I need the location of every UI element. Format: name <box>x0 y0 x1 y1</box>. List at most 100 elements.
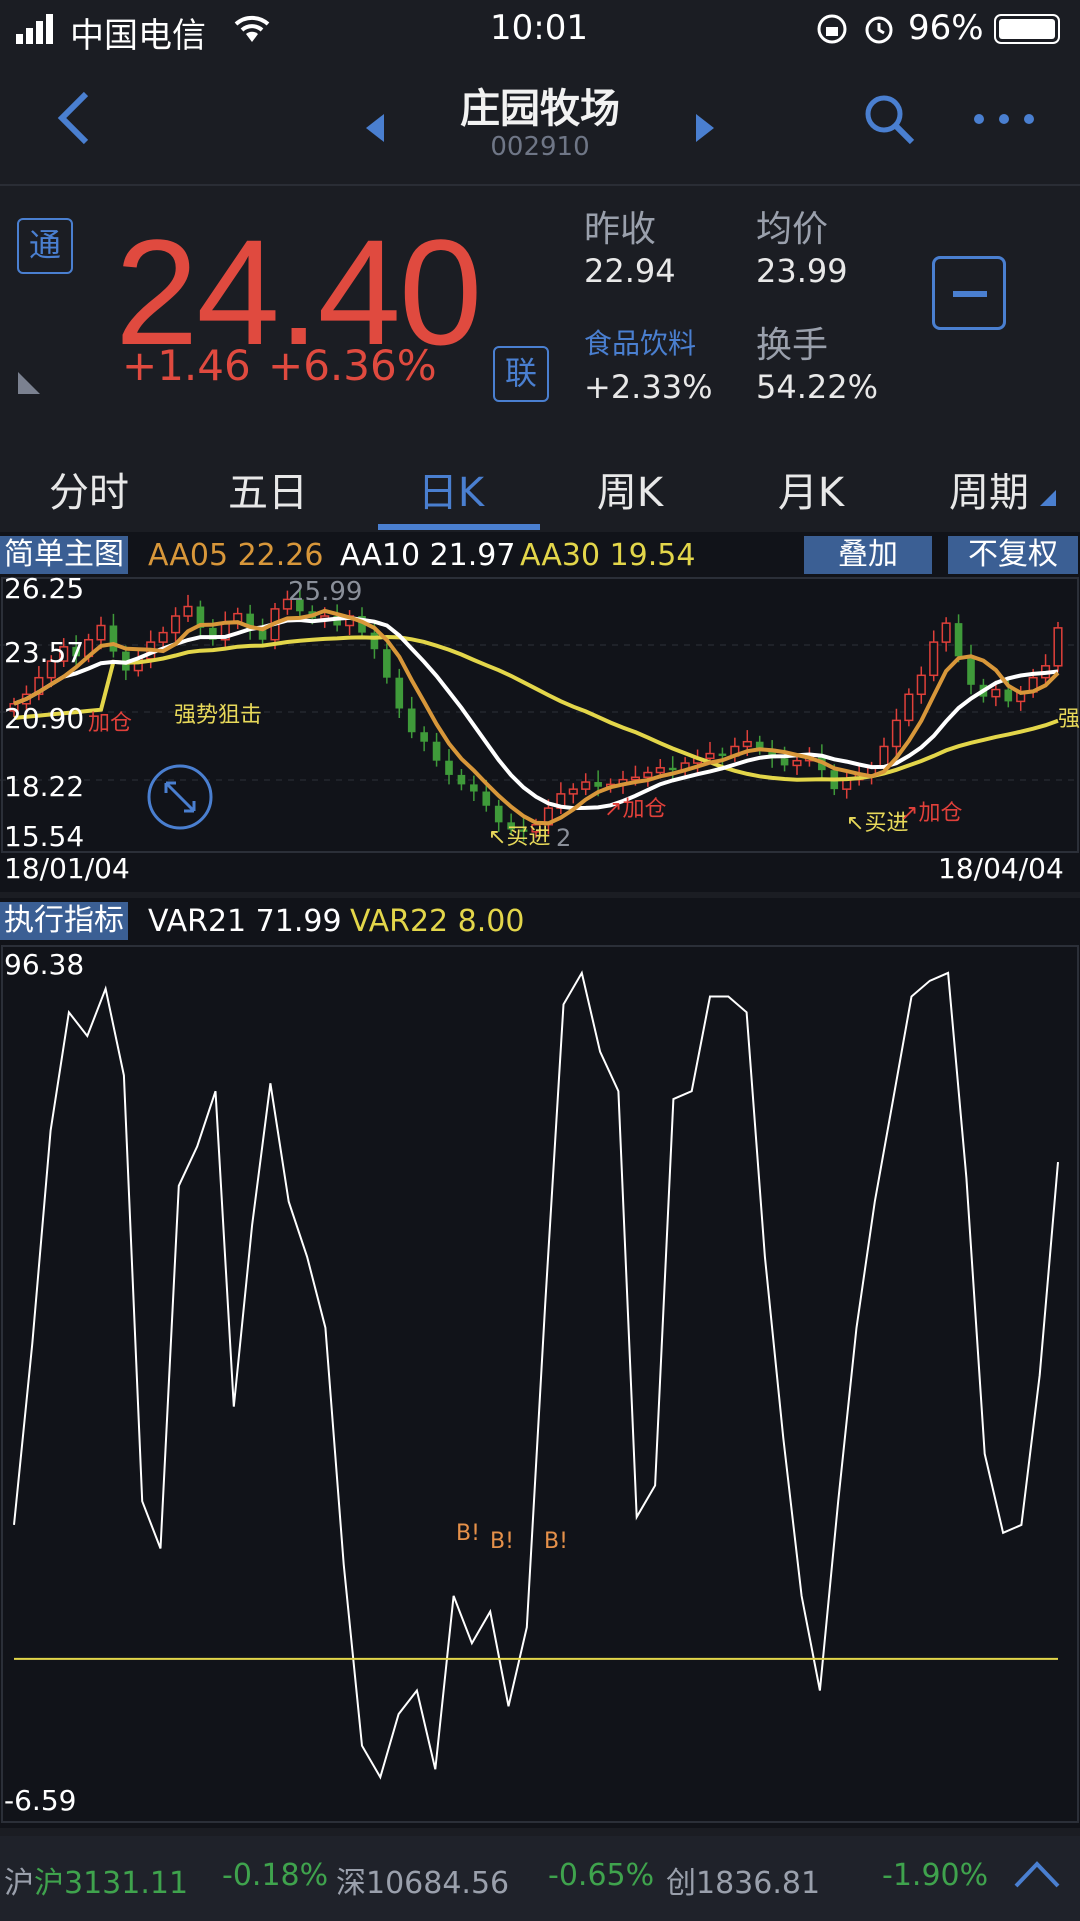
dropdown-corner-icon <box>1040 490 1056 506</box>
stock-name: 庄园牧场 <box>460 86 620 132</box>
candle-body <box>494 805 503 823</box>
annotation-jiacang-3: ↗加仓 <box>900 801 962 826</box>
high-marker: 25.99 <box>288 577 362 607</box>
date-end: 18/04/04 <box>938 852 1064 885</box>
candle-body <box>705 752 715 760</box>
candle-body <box>792 759 802 767</box>
nav-bar: 庄园牧场 002910 <box>0 60 1080 182</box>
ma5-label: AA05 22.26 <box>148 538 324 573</box>
overlay-button[interactable]: 叠加 <box>804 536 932 574</box>
candle-body <box>183 605 193 617</box>
candle-body <box>668 767 677 771</box>
minus-icon <box>953 291 987 297</box>
prev-close-value: 22.94 <box>584 252 676 290</box>
turnover-label: 换手 <box>756 325 829 366</box>
price-change-pct: +6.36% <box>268 341 437 390</box>
search-icon[interactable] <box>862 92 916 146</box>
candle-body <box>780 758 789 766</box>
ma30-label: AA30 19.54 <box>520 538 696 573</box>
tong-badge[interactable]: 通 <box>17 218 73 274</box>
kline-chart[interactable]: 26.25 23.57 20.90 18.22 15.54 25.99 2 加仓… <box>0 576 1080 886</box>
y-label-2: 23.57 <box>4 636 84 669</box>
tab-wuri[interactable]: 五日 <box>193 460 343 518</box>
candle-body <box>581 781 591 790</box>
cy-index: 创1836.81 <box>666 1866 821 1901</box>
annotation-qiang: 强 <box>1058 707 1080 732</box>
tab-zhouk[interactable]: 周K <box>555 460 705 518</box>
battery-percent: 96% <box>908 8 984 48</box>
indicator-y-max: 96.38 <box>4 948 84 981</box>
sh-index-prefix: 沪 <box>4 1866 34 1901</box>
sh-index: 沪沪3131.11 <box>4 1858 188 1902</box>
sh-index-value: 沪3131.11 <box>34 1866 189 1901</box>
expand-icon[interactable] <box>147 764 213 830</box>
sector-pct: +2.33% <box>584 368 713 406</box>
candle-body <box>258 630 267 640</box>
chevron-up-icon[interactable] <box>1012 1856 1062 1890</box>
status-bar: 中国电信 10:01 96% <box>0 0 1080 60</box>
signal-b-1: B! <box>456 1521 480 1546</box>
var21-label: VAR21 71.99 <box>148 904 342 939</box>
y-label-4: 18.22 <box>4 770 84 803</box>
candle-body <box>941 622 951 643</box>
more-icon[interactable] <box>972 112 1036 126</box>
candle-body <box>395 677 404 709</box>
candle-body <box>96 624 106 641</box>
y-label-max: 26.25 <box>4 576 84 605</box>
prev-close-label: 昨收 <box>584 209 657 250</box>
candle-body <box>594 782 602 787</box>
corner-triangle-icon <box>18 372 40 394</box>
ma5-line <box>13 608 1060 826</box>
sector-label[interactable]: 食品饮料 <box>584 322 696 362</box>
annotation-jiacang-1: 加仓 <box>88 711 132 736</box>
indicator-chart[interactable]: 96.38 -6.59 B! B! B! <box>0 944 1080 1824</box>
candle-body <box>929 641 939 677</box>
ma10-label: AA10 21.97 <box>340 538 516 573</box>
candle-body <box>1004 689 1013 702</box>
tab-fenshi[interactable]: 分时 <box>14 460 164 518</box>
candle-body <box>109 625 118 652</box>
candle-body <box>171 615 181 634</box>
candle-body <box>1053 627 1063 667</box>
remove-watchlist-button[interactable] <box>932 256 1006 330</box>
candle-body <box>630 776 640 781</box>
candle-body <box>967 656 975 685</box>
candle-body <box>383 649 391 678</box>
tab-zhouqi[interactable]: 周期 <box>914 460 1064 518</box>
candle-body <box>407 708 416 733</box>
candle-body <box>445 760 453 775</box>
sz-index: 深10684.56 <box>336 1866 510 1901</box>
candle-body <box>643 771 653 779</box>
candle-body <box>891 719 901 748</box>
avg-value: 23.99 <box>756 252 848 290</box>
signal-b-3: B! <box>544 1529 568 1554</box>
annotation-jiacang-2: ↗加仓 <box>604 797 666 822</box>
annotation-qiangshi: 强势狙击 <box>174 703 262 728</box>
avg-label: 均价 <box>756 209 829 250</box>
candle-body <box>568 788 578 795</box>
period-tabs: 分时 五日 日K 周K 月K 周期 <box>0 438 1080 532</box>
candle-body <box>742 740 752 748</box>
lian-badge[interactable]: 联 <box>493 346 549 402</box>
candle-body <box>954 623 963 657</box>
candle-body <box>655 767 665 774</box>
tab-rik[interactable]: 日K <box>376 460 526 518</box>
annotation-maijin-1: ↖买进 <box>488 825 550 850</box>
rotation-lock-icon <box>817 14 847 44</box>
index-ticker[interactable]: 沪沪3131.11 -0.18% 深10684.56 -0.65% 创1836.… <box>0 1836 1080 1921</box>
kline-title[interactable]: 简单主图 <box>0 536 128 574</box>
indicator-panel: 执行指标 VAR21 71.99 VAR22 8.00 96.38 -6.59 … <box>0 898 1080 1828</box>
signal-b-2: B! <box>490 1529 514 1554</box>
quote-panel: 通 24.40 +1.46 +6.36% 联 昨收 22.94 均价 23.99… <box>0 184 1080 436</box>
candle-body <box>470 784 478 792</box>
stock-code: 002910 <box>490 132 590 162</box>
date-start: 18/01/04 <box>4 852 130 885</box>
candle-body <box>482 791 491 806</box>
indicator-title[interactable]: 执行指标 <box>0 902 128 940</box>
tab-yuek[interactable]: 月K <box>736 460 886 518</box>
next-stock-icon[interactable] <box>692 112 718 144</box>
adjust-button[interactable]: 不复权 <box>948 536 1078 574</box>
candle-body <box>457 774 466 785</box>
sz-index-pct: -0.65% <box>548 1858 655 1893</box>
series-line-var21 <box>13 970 1059 1780</box>
